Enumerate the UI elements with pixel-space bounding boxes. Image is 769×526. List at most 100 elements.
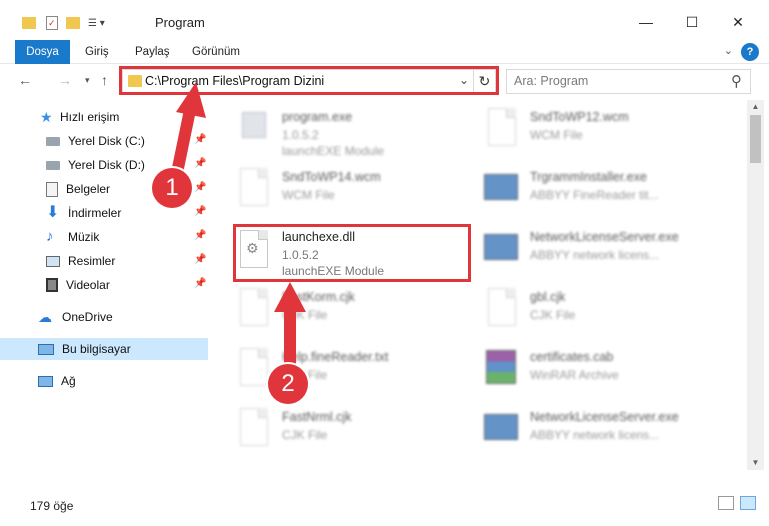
file-type: CJK File (282, 428, 328, 442)
file-icon (234, 408, 272, 454)
help-icon[interactable]: ? (741, 43, 759, 61)
tab-home[interactable]: Giriş (85, 40, 109, 64)
maximize-button[interactable]: ☐ (669, 6, 715, 38)
star-icon: ★ (40, 109, 53, 125)
app-icon (482, 408, 520, 454)
pin-icon[interactable]: 📌 (194, 182, 206, 193)
file-icon (234, 168, 272, 214)
folder-icon[interactable] (22, 17, 36, 29)
file-name: gbl.cjk (530, 290, 566, 304)
pin-icon[interactable]: 📌 (194, 254, 206, 265)
sidebar-item-videos[interactable]: Videolar 📌 (0, 274, 208, 296)
file-version: 1.0.5.2 (282, 128, 319, 142)
computer-icon (38, 343, 54, 355)
file-item[interactable]: certificates.cab WinRAR Archive (482, 346, 722, 404)
file-type: WCM File (282, 188, 335, 202)
search-input[interactable] (514, 70, 724, 92)
file-item[interactable]: program.exe 1.0.5.2 launchEXE Module (234, 106, 474, 164)
sidebar-item-label: Videolar (66, 278, 110, 292)
file-name: program.exe (282, 110, 353, 124)
ribbon-tabs: Dosya Giriş Paylaş Görünüm ⌄ ? (0, 40, 769, 64)
sidebar-item-quick-access[interactable]: ★ Hızlı erişim (0, 106, 208, 128)
address-bar-highlight (119, 66, 499, 95)
scroll-down-icon[interactable]: ▼ (747, 456, 764, 470)
file-name: NetworkLicenseServer.exe (530, 410, 679, 424)
new-folder-icon[interactable] (66, 17, 80, 29)
back-icon[interactable]: ← (18, 72, 32, 88)
status-bar: 179 öğe (0, 490, 769, 526)
navigation-pane: ★ Hızlı erişim Yerel Disk (C:) 📌 Yerel D… (0, 100, 210, 470)
forward-icon[interactable]: → (58, 72, 72, 88)
sidebar-item-label: Belgeler (66, 182, 111, 196)
pin-icon[interactable]: 📌 (194, 278, 206, 289)
sidebar-item-label: Bu bilgisayar (62, 342, 131, 356)
up-icon[interactable]: ↑ (101, 72, 108, 88)
file-name: FastNrml.cjk (282, 410, 352, 424)
file-item[interactable]: NetworkLicenseServer.exe ABBYY network l… (482, 406, 722, 464)
file-type: ABBYY network licens... (530, 428, 660, 442)
sidebar-item-label: Resimler (68, 254, 116, 268)
tab-view[interactable]: Görünüm (192, 40, 240, 64)
sidebar-item-this-pc[interactable]: Bu bilgisayar (0, 338, 208, 360)
vertical-scrollbar[interactable]: ▲ ▼ (747, 100, 764, 470)
sidebar-item-pictures[interactable]: Resimler 📌 (0, 250, 208, 272)
file-type: ABBYY FineReader tit... (530, 188, 659, 202)
app-icon (482, 228, 520, 274)
file-item[interactable]: NetworkLicenseServer.exe ABBYY network l… (482, 226, 722, 284)
sidebar-item-network[interactable]: Ağ (0, 370, 208, 392)
tab-share[interactable]: Paylaş (135, 40, 170, 64)
app-icon (482, 168, 520, 214)
details-view-icon[interactable] (718, 496, 734, 510)
file-item[interactable]: FastNrml.cjk CJK File (234, 406, 474, 464)
item-count: 179 öğe (30, 499, 74, 513)
file-list: program.exe 1.0.5.2 launchEXE Module Snd… (212, 100, 747, 470)
drive-icon (46, 160, 60, 170)
file-item[interactable]: SndToWP12.wcm WCM File (482, 106, 722, 164)
recent-locations-icon[interactable]: ▾ (85, 75, 90, 86)
cloud-icon: ☁ (38, 309, 52, 325)
customize-icon[interactable]: ☰ ▾ (88, 18, 105, 29)
sidebar-item-local-disk-c[interactable]: Yerel Disk (C:) 📌 (0, 130, 208, 152)
properties-icon[interactable]: ✓ (46, 16, 58, 30)
file-highlight (233, 224, 471, 282)
pin-icon[interactable]: 📌 (194, 158, 206, 169)
file-type: ABBYY network licens... (530, 248, 660, 262)
file-item[interactable]: TrgrammInstaller.exe ABBYY FineReader ti… (482, 166, 722, 224)
file-name: SndToWP14.wcm (282, 170, 381, 184)
scroll-thumb[interactable] (750, 115, 761, 163)
step-2-badge: 2 (268, 364, 308, 404)
videos-icon (46, 278, 58, 292)
expand-ribbon-icon[interactable]: ⌄ (724, 44, 733, 57)
archive-icon (482, 348, 520, 394)
search-icon[interactable]: ⚲ (731, 72, 742, 90)
scroll-up-icon[interactable]: ▲ (747, 100, 764, 114)
search-box[interactable]: ⚲ (506, 69, 751, 94)
exe-icon (234, 108, 272, 154)
sidebar-item-label: Yerel Disk (C:) (68, 134, 145, 148)
file-name: certificates.cab (530, 350, 614, 364)
file-item[interactable]: FastKorm.cjk CJK File (234, 286, 474, 344)
file-item[interactable]: gbl.cjk CJK File (482, 286, 722, 344)
file-item[interactable]: SndToWP14.wcm WCM File (234, 166, 474, 224)
sidebar-item-label: Yerel Disk (D:) (68, 158, 145, 172)
file-description: launchEXE Module (282, 144, 385, 158)
download-icon: ⬇ (46, 204, 60, 221)
drive-icon (46, 136, 60, 146)
sidebar-item-onedrive[interactable]: ☁ OneDrive (0, 306, 208, 328)
file-type: WCM File (530, 128, 583, 142)
file-name: SndToWP12.wcm (530, 110, 629, 124)
file-name: TrgrammInstaller.exe (530, 170, 647, 184)
sidebar-item-music[interactable]: ♪ Müzik 📌 (0, 226, 208, 248)
minimize-button[interactable]: — (623, 6, 669, 38)
window-title: Program (155, 15, 205, 30)
pin-icon[interactable]: 📌 (194, 230, 206, 241)
pin-icon[interactable]: 📌 (194, 206, 206, 217)
pin-icon[interactable]: 📌 (194, 134, 206, 145)
tab-file[interactable]: Dosya (15, 40, 70, 64)
file-icon (482, 108, 520, 154)
quick-access-toolbar: ✓ ☰ ▾ (22, 13, 105, 33)
large-icons-view-icon[interactable] (740, 496, 756, 510)
close-button[interactable]: ✕ (715, 6, 761, 38)
sidebar-item-label: Müzik (68, 230, 100, 244)
sidebar-item-label: Hızlı erişim (60, 110, 120, 124)
